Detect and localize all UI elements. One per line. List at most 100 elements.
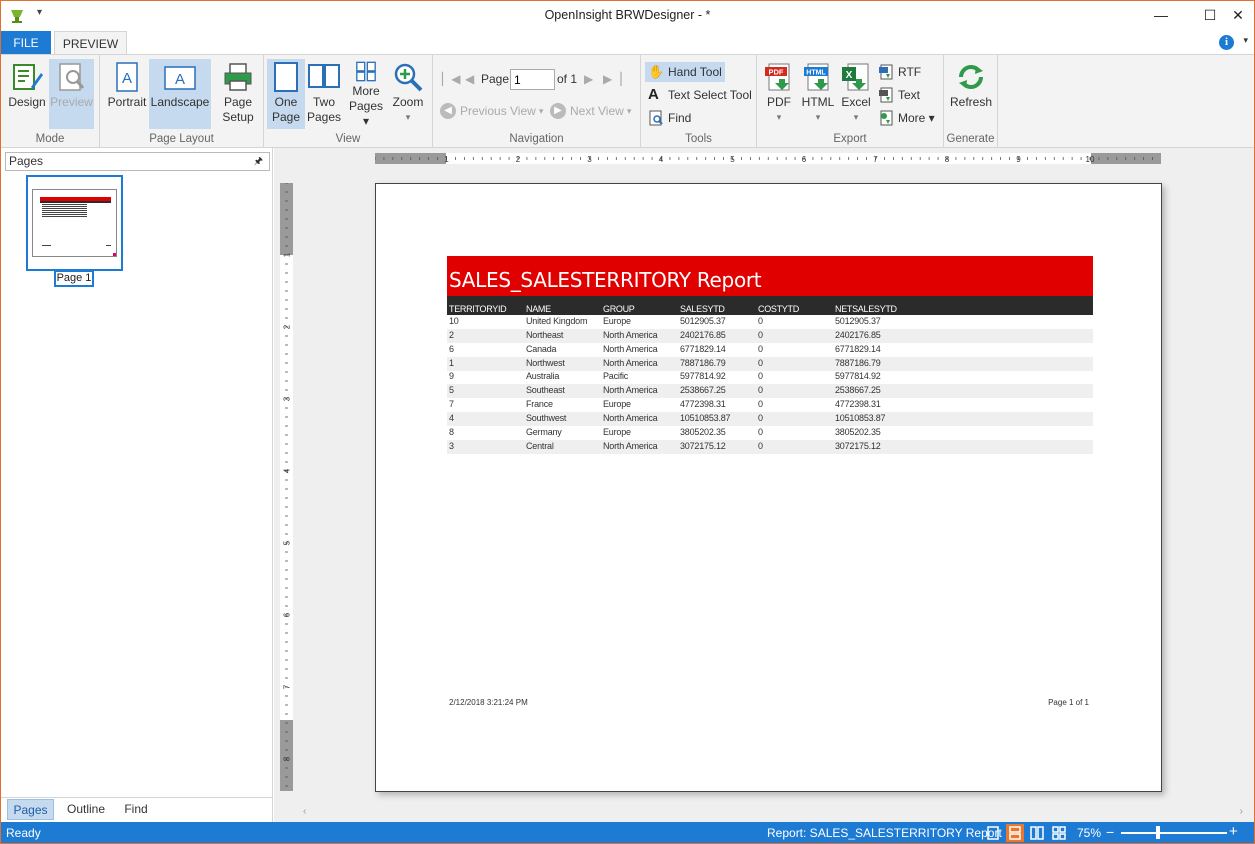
- two-pages-button[interactable]: Two Pages: [305, 59, 343, 129]
- horizontal-scrollbar[interactable]: ‹ ›: [298, 804, 1248, 820]
- table-cell: 0: [758, 440, 763, 451]
- svg-text:A: A: [175, 71, 185, 88]
- table-cell: North America: [603, 385, 658, 396]
- one-page-button[interactable]: One Page: [267, 59, 305, 129]
- table-cell: Pacific: [603, 371, 629, 382]
- zoom-level: 75%: [1077, 826, 1102, 840]
- status-ready: Ready: [6, 826, 41, 840]
- multi-page-view-icon[interactable]: [1050, 824, 1068, 842]
- previous-view-button[interactable]: ◀ Previous View ▾: [440, 101, 543, 121]
- column-header: SALESYTD: [680, 304, 725, 314]
- zoom-in-button[interactable]: +: [1229, 823, 1238, 840]
- export-rtf-button[interactable]: RTF: [878, 62, 921, 82]
- tab-find[interactable]: Find: [117, 799, 155, 820]
- refresh-button[interactable]: Refresh: [948, 59, 994, 129]
- ruler-number: 5: [283, 540, 292, 545]
- export-excel-button[interactable]: X Excel ▾: [839, 59, 873, 129]
- table-cell: 0: [758, 343, 763, 354]
- ruler-number: 2: [283, 324, 292, 329]
- design-button[interactable]: Design: [7, 59, 47, 129]
- zoom-out-button[interactable]: −: [1106, 824, 1114, 840]
- previous-page-icon[interactable]: ◀: [465, 69, 474, 89]
- continuous-view-icon[interactable]: [1006, 824, 1024, 842]
- ribbon-tabs: FILE PREVIEW i ▾: [1, 31, 1254, 55]
- scroll-right-icon[interactable]: ›: [1240, 806, 1243, 817]
- hand-tool-button[interactable]: ✋ Hand Tool: [645, 62, 725, 82]
- find-button[interactable]: Find: [648, 108, 691, 128]
- table-cell: 4772398.31: [680, 399, 726, 410]
- group-label-view: View: [335, 133, 361, 145]
- more-export-icon: [878, 110, 894, 126]
- table-cell: 2: [449, 329, 454, 340]
- ruler-number: 4: [659, 155, 664, 164]
- tab-preview[interactable]: PREVIEW: [54, 31, 127, 55]
- next-view-button[interactable]: ▶ Next View ▾: [550, 101, 631, 121]
- ruler-number: 2: [516, 155, 521, 164]
- html-caret-icon: ▾: [815, 112, 821, 122]
- table-cell: North America: [603, 357, 658, 368]
- pdf-caret-icon: ▾: [776, 112, 782, 122]
- more-pages-button[interactable]: More Pages ▾: [345, 59, 387, 129]
- table-cell: Central: [526, 440, 554, 451]
- horizontal-ruler: 1 2 3 4 5 6 7 8 9 10: [375, 153, 1161, 164]
- column-header: NETSALESYTD: [835, 304, 897, 314]
- export-html-button[interactable]: HTML HTML ▾: [799, 59, 837, 129]
- pages-pane-title: Pages: [9, 154, 44, 168]
- chevron-down-icon[interactable]: ▾: [1243, 35, 1248, 46]
- preview-button[interactable]: Preview: [49, 59, 94, 129]
- document-viewer[interactable]: 1 2 3 4 5 6 7 8 9 10 12345678 SALES_SALESTERRITOR…: [274, 148, 1254, 822]
- table-cell: 0: [758, 357, 763, 368]
- tab-file[interactable]: FILE: [1, 31, 51, 55]
- vertical-ruler: 1 2 3 4 5 6 7 8: [280, 183, 293, 791]
- table-cell: Europe: [603, 399, 631, 410]
- ribbon: Design Preview Mode A Portrait A Landsca…: [1, 54, 1254, 148]
- text-select-tool-button[interactable]: A Text Select Tool: [648, 85, 752, 105]
- landscape-icon: A: [164, 66, 196, 90]
- zoom-slider-track[interactable]: [1121, 832, 1227, 834]
- group-mode: Design Preview Mode: [1, 55, 100, 147]
- scroll-left-icon[interactable]: ‹: [303, 806, 306, 817]
- group-label-tools: Tools: [685, 133, 712, 145]
- info-icon[interactable]: i: [1219, 35, 1234, 50]
- group-navigation: ▏◀ ◀ Page of 1 ▶ ▶▕ ◀ Previous View ▾ ▶ …: [433, 55, 641, 147]
- export-pdf-button[interactable]: PDF PDF ▾: [762, 59, 796, 129]
- one-page-label-2: Page: [271, 110, 301, 124]
- page-thumbnail-image: [32, 189, 117, 257]
- table-cell: North America: [603, 412, 658, 423]
- table-row: 4 Southwest North America 10510853.87 0 10510…: [447, 411, 1093, 426]
- minimize-button[interactable]: —: [1144, 1, 1178, 29]
- ruler-number: 5: [730, 155, 735, 164]
- tab-pages[interactable]: Pages: [7, 799, 54, 820]
- export-text-button[interactable]: Text: [878, 85, 920, 105]
- group-export: PDF PDF ▾ HTML HTML ▾ X Excel ▾ RTF Text…: [757, 55, 944, 147]
- table-cell: 0: [758, 316, 763, 326]
- next-page-icon[interactable]: ▶: [584, 69, 593, 89]
- zoom-slider-thumb[interactable]: [1156, 826, 1160, 839]
- design-icon: [13, 64, 43, 90]
- table-cell: 5977814.92: [680, 371, 726, 382]
- printer-icon: [224, 63, 252, 91]
- text-file-icon: [878, 87, 894, 103]
- app-window: ▾ OpenInsight BRWDesigner - * — ☐ ✕ FILE…: [0, 0, 1255, 844]
- tab-outline[interactable]: Outline: [60, 799, 112, 820]
- ruler-number: 9: [1016, 155, 1021, 164]
- column-header: COSTYTD: [758, 304, 799, 314]
- refresh-label: Refresh: [949, 95, 993, 109]
- page-setup-button[interactable]: Page Setup: [218, 59, 258, 129]
- page-number-input[interactable]: [510, 69, 555, 90]
- export-more-button[interactable]: More ▾: [878, 108, 935, 128]
- zoom-button[interactable]: Zoom ▾: [389, 59, 427, 129]
- pin-icon[interactable]: 🖈: [254, 153, 263, 170]
- facing-view-icon[interactable]: [1028, 824, 1046, 842]
- refresh-icon: [959, 65, 983, 89]
- single-page-view-icon[interactable]: [984, 824, 1002, 842]
- page-thumbnail[interactable]: [26, 175, 123, 271]
- landscape-button[interactable]: A Landscape: [149, 59, 211, 129]
- hand-tool-label: Hand Tool: [668, 65, 722, 79]
- first-page-icon[interactable]: ▏◀: [442, 69, 460, 89]
- group-view: One Page Two Pages More Pages ▾ Zoom ▾ V…: [264, 55, 433, 147]
- portrait-button[interactable]: A Portrait: [105, 59, 149, 129]
- table-cell: Southeast: [526, 385, 565, 396]
- last-page-icon[interactable]: ▶▕: [603, 69, 621, 89]
- close-button[interactable]: ✕: [1221, 1, 1254, 29]
